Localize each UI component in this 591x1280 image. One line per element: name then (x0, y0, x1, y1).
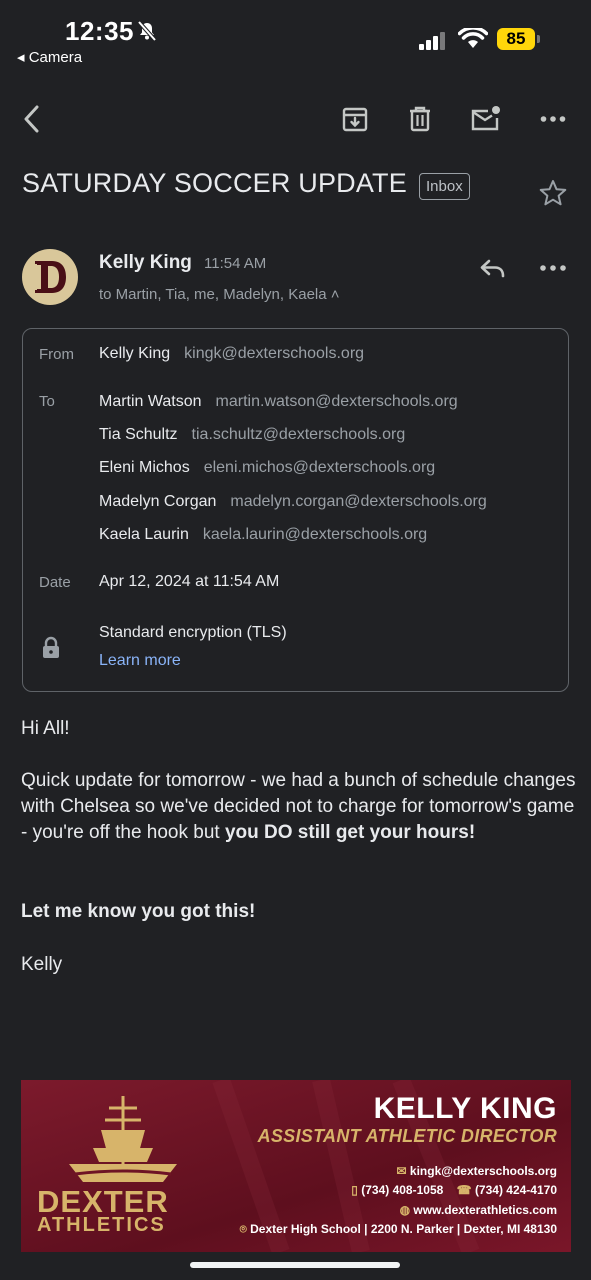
to-row: Kaela Laurin kaela.laurin@dexterschools.o… (99, 526, 427, 544)
to-email[interactable]: eleni.michos@dexterschools.org (204, 459, 435, 476)
trash-icon[interactable] (404, 103, 436, 135)
message-details-panel: From Kelly King kingk@dexterschools.org T… (22, 328, 569, 692)
greeting-text: Hi All! (21, 718, 70, 739)
recipients-summary[interactable]: to Martin, Tia, me, Madelyn, Kaela ˄ (99, 286, 340, 303)
to-email[interactable]: madelyn.corgan@dexterschools.org (230, 493, 486, 510)
globe-icon: ◍ (399, 1203, 411, 1217)
from-label: From (39, 346, 74, 363)
body-bold-text: you DO still get your hours! (224, 822, 476, 843)
confirm-request-text: Let me know you got this! (21, 901, 256, 922)
silent-bell-icon (137, 20, 157, 42)
to-name: Martin Watson (99, 393, 202, 410)
from-name: Kelly King (99, 345, 171, 362)
date-label: Date (39, 574, 71, 591)
date-value: Apr 12, 2024 at 11:54 AM (99, 573, 280, 590)
to-name: Madelyn Corgan (99, 493, 217, 510)
to-name: Tia Schultz (99, 426, 178, 443)
signature-email[interactable]: kingk@dexterschools.org (410, 1164, 557, 1178)
to-label: To (39, 393, 55, 410)
signature-address-line: ⌾ Dexter High School | 2200 N. Parker | … (240, 1222, 557, 1237)
location-pin-icon: ⌾ (239, 1222, 247, 1236)
encryption-text: Standard encryption (TLS) (99, 624, 287, 641)
more-icon[interactable] (537, 103, 569, 135)
to-email[interactable]: kaela.laurin@dexterschools.org (203, 526, 427, 543)
status-bar: 12:35 ◂ Camera 85 (0, 0, 591, 75)
to-name: Kaela Laurin (99, 526, 189, 543)
signature-website[interactable]: www.dexterathletics.com (413, 1203, 557, 1217)
logo-athletics-text: ATHLETICS (37, 1214, 166, 1236)
dexter-d-logo-icon (35, 261, 66, 293)
signature-email-line: ✉ kingk@dexterschools.org (397, 1164, 557, 1178)
to-row: Eleni Michos eleni.michos@dexterschools.o… (99, 459, 435, 477)
sender-avatar[interactable] (22, 249, 78, 305)
back-icon[interactable] (16, 103, 48, 135)
signature-title: ASSISTANT ATHLETIC DIRECTOR (257, 1126, 557, 1146)
battery-level: 85 (497, 28, 535, 50)
back-to-camera-link[interactable]: ◂ Camera (17, 48, 82, 66)
body-paragraph: Quick update for tomorrow - we had a bun… (21, 768, 576, 846)
lock-icon (43, 636, 59, 658)
battery-indicator: 85 (497, 28, 541, 50)
star-icon[interactable] (538, 178, 568, 208)
to-row: Madelyn Corgan madelyn.corgan@dexterschoo… (99, 493, 487, 511)
learn-more-link[interactable]: Learn more (99, 652, 181, 670)
mobile-phone-icon: ▯ (351, 1183, 358, 1197)
mark-unread-icon[interactable] (470, 103, 502, 135)
to-row: Tia Schultz tia.schultz@dexterschools.org (99, 426, 405, 444)
from-row: Kelly King kingk@dexterschools.org (99, 345, 364, 363)
wifi-icon (458, 28, 488, 48)
email-subject: SATURDAY SOCCER UPDATE (22, 168, 407, 198)
from-email[interactable]: kingk@dexterschools.org (184, 345, 364, 362)
reply-icon[interactable] (478, 254, 508, 282)
signature-address: Dexter High School | 2200 N. Parker | De… (250, 1222, 557, 1236)
signature-name: KELLY KING (373, 1092, 557, 1125)
signature-phone[interactable]: (734) 424-4170 (475, 1183, 557, 1197)
signature-mobile[interactable]: (734) 408-1058 (361, 1183, 443, 1197)
cellular-signal-icon (419, 32, 445, 50)
signature-website-line: ◍ www.dexterathletics.com (400, 1203, 557, 1217)
inbox-label-badge[interactable]: Inbox (419, 173, 470, 200)
sent-time: 11:54 AM (204, 255, 267, 272)
to-email[interactable]: martin.watson@dexterschools.org (216, 393, 458, 410)
email-toolbar (0, 95, 591, 145)
signature-banner: DEXTER ATHLETICS KELLY KING ASSISTANT AT… (21, 1080, 571, 1252)
sender-name: Kelly King (99, 252, 192, 273)
home-indicator[interactable] (190, 1262, 400, 1268)
signoff-text: Kelly (21, 954, 63, 975)
to-name: Eleni Michos (99, 459, 190, 476)
mail-icon: ✉ (396, 1164, 410, 1178)
signature-phone-line: ▯ (734) 408-1058 ☎ (734) 424-4170 (351, 1183, 557, 1197)
office-phone-icon: ☎ (456, 1183, 472, 1197)
status-time: 12:35 (65, 16, 134, 46)
to-email[interactable]: tia.schultz@dexterschools.org (192, 426, 406, 443)
to-row: Martin Watson martin.watson@dexterschools… (99, 393, 458, 411)
archive-icon[interactable] (339, 103, 371, 135)
message-more-icon[interactable] (538, 256, 568, 280)
